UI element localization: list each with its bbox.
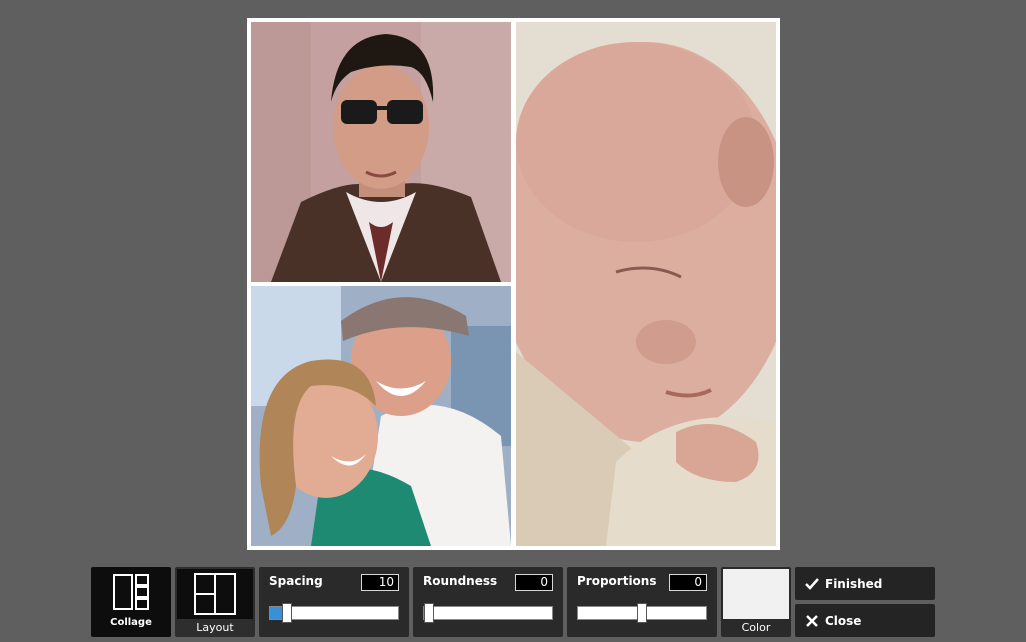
checkmark-icon (805, 577, 819, 590)
roundness-control: Roundness 0 (413, 567, 563, 637)
spacing-value-input[interactable]: 10 (361, 574, 399, 591)
spacing-control: Spacing 10 (259, 567, 409, 637)
roundness-slider-track[interactable] (423, 603, 553, 623)
photo-man-sunglasses[interactable] (251, 22, 511, 282)
baby-illustration (516, 22, 776, 546)
color-tool-button[interactable]: Color (721, 567, 791, 637)
color-swatch[interactable] (723, 569, 789, 619)
photo-sleeping-baby[interactable] (516, 22, 776, 546)
collage-tool-label: Collage (110, 617, 152, 628)
proportions-value-input[interactable]: 0 (669, 574, 707, 591)
spacing-slider-thumb[interactable] (282, 603, 292, 623)
close-icon (806, 614, 818, 627)
roundness-label: Roundness (423, 574, 498, 588)
finished-button-label: Finished (825, 576, 883, 591)
man-illustration (251, 22, 511, 282)
proportions-slider-thumb[interactable] (637, 603, 647, 623)
layout-tool-button[interactable]: Layout (175, 567, 255, 637)
collage-tool-button[interactable]: Collage (91, 567, 171, 637)
couple-illustration (251, 286, 511, 546)
proportions-control: Proportions 0 (567, 567, 717, 637)
spacing-slider-track[interactable] (269, 603, 399, 623)
color-tool-label: Color (741, 621, 771, 634)
layout-preview (177, 569, 253, 619)
spacing-label: Spacing (269, 574, 323, 588)
finished-button[interactable]: Finished (795, 567, 935, 600)
roundness-slider-thumb[interactable] (424, 603, 434, 623)
photo-smiling-couple[interactable] (251, 286, 511, 546)
close-button-label: Close (825, 613, 862, 628)
collage-icon (113, 574, 149, 610)
roundness-value-input[interactable]: 0 (515, 574, 553, 591)
layout-tool-label: Layout (196, 621, 234, 634)
proportions-slider-track[interactable] (577, 603, 707, 623)
close-button[interactable]: Close (795, 604, 935, 637)
proportions-label: Proportions (577, 574, 657, 588)
collage-canvas (247, 18, 780, 550)
layout-icon (194, 573, 236, 615)
